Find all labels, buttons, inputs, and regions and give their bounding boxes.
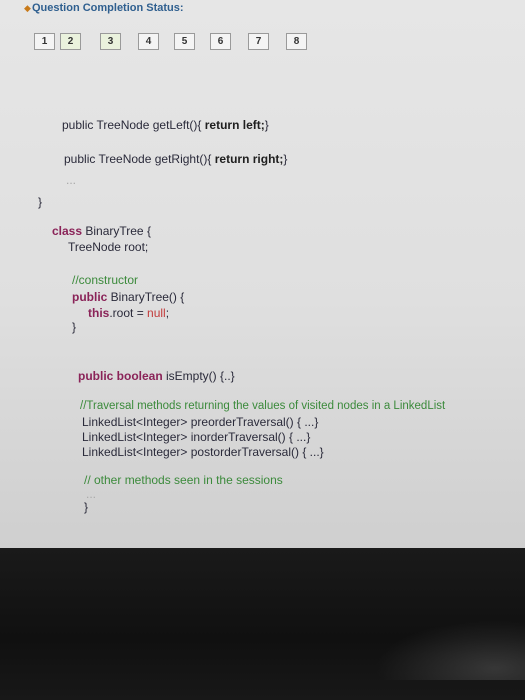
class-name: BinaryTree { [82, 224, 151, 238]
question-button-6[interactable]: 6 [210, 33, 231, 50]
getleft-signature: public TreeNode getLeft(){ [62, 118, 205, 132]
getleft-close: } [264, 118, 269, 132]
question-completion-status-title: Question Completion Status: [32, 2, 184, 14]
question-button-8[interactable]: 8 [286, 33, 307, 50]
code-comment-constructor: //constructor [72, 273, 139, 287]
class-keyword: class [52, 224, 83, 238]
code-line-isempty: public boolean isEmpty() {..} [78, 369, 235, 383]
getright-signature: public TreeNode getRight(){ [64, 152, 215, 166]
code-line-class-decl: class BinaryTree { [52, 224, 151, 238]
constructor-name: BinaryTree() { [107, 290, 185, 304]
code-line-postorder: LinkedList<Integer> postorderTraversal()… [82, 445, 324, 459]
question-button-4[interactable]: 4 [138, 33, 159, 50]
getright-close: } [283, 152, 288, 166]
root-assignment: .root = [109, 306, 148, 320]
code-class-close-brace: } [84, 500, 89, 514]
question-button-7[interactable]: 7 [248, 33, 269, 50]
code-line-constructor-signature: public BinaryTree() { [72, 290, 184, 304]
code-treenode-close-brace: } [38, 195, 43, 209]
screen: ◆ Question Completion Status: 1 2 3 4 5 … [0, 0, 525, 548]
code-line-root-field: TreeNode root; [68, 240, 149, 254]
getright-return: return right; [214, 152, 284, 166]
monitor-bezel [0, 548, 525, 700]
question-button-2[interactable]: 2 [60, 33, 81, 50]
code-ellipsis-2: ... [86, 487, 97, 501]
constructor-public-keyword: public [72, 290, 108, 304]
code-line-preorder: LinkedList<Integer> preorderTraversal() … [82, 415, 319, 429]
this-keyword: this [88, 306, 110, 320]
null-keyword: null [147, 306, 166, 320]
code-line-constructor-body: this.root = null; [88, 306, 169, 320]
isempty-modifiers: public boolean [78, 369, 163, 383]
code-line-getleft: public TreeNode getLeft(){ return left;} [62, 118, 269, 132]
isempty-signature: isEmpty() {..} [162, 369, 235, 383]
code-line-inorder: LinkedList<Integer> inorderTraversal() {… [82, 430, 311, 444]
code-ellipsis-1: ... [66, 173, 77, 187]
getleft-return: return left; [204, 118, 265, 132]
code-comment-other-methods: // other methods seen in the sessions [84, 473, 283, 487]
question-button-1[interactable]: 1 [34, 33, 55, 50]
code-comment-traversal: //Traversal methods returning the values… [80, 400, 446, 412]
statement-end: ; [165, 306, 170, 320]
question-button-3[interactable]: 3 [100, 33, 121, 50]
screen-glare [375, 620, 525, 680]
code-constructor-close-brace: } [72, 320, 77, 334]
question-button-5[interactable]: 5 [174, 33, 195, 50]
code-line-getright: public TreeNode getRight(){ return right… [64, 152, 287, 166]
status-marker-icon: ◆ [24, 3, 31, 13]
